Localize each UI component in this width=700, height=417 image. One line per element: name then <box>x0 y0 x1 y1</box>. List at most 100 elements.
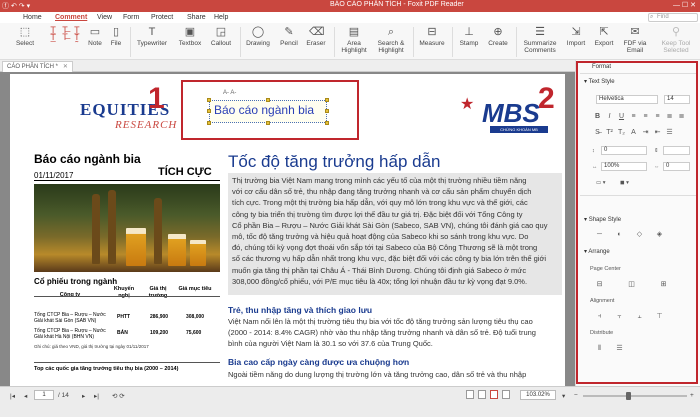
subscript-icon[interactable]: T₂ <box>616 128 627 137</box>
page-number-input[interactable]: 1 <box>34 390 54 400</box>
shape-style-section[interactable]: ▾ Shape Style <box>584 216 621 223</box>
stamp-button[interactable]: ⊥ Stamp <box>456 25 482 47</box>
menu-protect[interactable]: Protect <box>151 12 173 23</box>
center-vertical-icon[interactable]: ◫ <box>626 280 637 289</box>
list-icon[interactable]: ☰ <box>664 128 675 137</box>
zoom-slider[interactable] <box>583 395 687 397</box>
facing-page-icon[interactable] <box>490 390 498 399</box>
typewriter-annotation-text[interactable]: Báo cáo ngành bia <box>214 103 314 117</box>
fdf-email-button[interactable]: ✉ FDF via Email <box>620 25 650 54</box>
border-color-icon[interactable]: ◇ <box>634 230 645 239</box>
font-size-select[interactable]: 14 <box>664 95 690 104</box>
resize-handle[interactable] <box>207 98 211 102</box>
continuous-facing-icon[interactable] <box>502 390 510 399</box>
menu-form[interactable]: Form <box>123 12 139 23</box>
bold-icon[interactable]: B <box>592 112 603 121</box>
distribute-horizontal-icon[interactable]: ⫴ <box>594 344 605 353</box>
nav-history-icon[interactable]: ⟲ ⟳ <box>112 392 125 400</box>
file-button[interactable]: ▯ File <box>108 25 124 47</box>
menu-view[interactable]: View <box>97 12 112 23</box>
menu-home[interactable]: Home <box>23 12 42 23</box>
select-button[interactable]: ⬚ Select <box>14 25 36 47</box>
search-highlight-button[interactable]: ⌕ Search & Highlight <box>374 25 408 54</box>
distribute-text-icon[interactable]: ≣ <box>676 112 687 121</box>
zoom-in-icon[interactable]: + <box>690 392 694 399</box>
text-fill-icon[interactable]: ◼ ▾ <box>620 180 629 186</box>
italic-icon[interactable]: I <box>604 112 615 121</box>
superscript-icon[interactable]: T² <box>604 128 615 137</box>
create-button[interactable]: ⊕ Create <box>485 25 511 47</box>
opacity-icon[interactable]: ◐ <box>614 230 625 239</box>
align-left-icon[interactable]: ≡ <box>628 112 639 121</box>
menu-help[interactable]: Help <box>214 12 228 23</box>
pencil-button[interactable]: ✎ Pencil <box>277 25 301 47</box>
menu-share[interactable]: Share <box>187 12 206 23</box>
text-color-icon[interactable]: A <box>628 128 639 137</box>
char-spacing-field[interactable]: 0 <box>663 162 690 171</box>
center-horizontal-icon[interactable]: ⊟ <box>594 280 605 289</box>
distribute-vertical-icon[interactable]: ☰ <box>614 344 625 353</box>
close-icon[interactable]: ✕ <box>63 64 68 70</box>
annotation-font-controls[interactable]: A- A- <box>223 90 236 96</box>
justify-icon[interactable]: ≣ <box>664 112 675 121</box>
document-tab[interactable]: CÁO PHÂN TÍCH * ✕ <box>2 61 73 72</box>
window-controls[interactable]: — ☐ ✕ <box>673 1 696 9</box>
resize-handle[interactable] <box>266 121 270 125</box>
import-button[interactable]: ⇲ Import <box>564 25 588 47</box>
pdf-page[interactable]: EQUITIES RESEARCH 1 A- A- Báo cáo ngành … <box>10 74 565 386</box>
line-spacing-field[interactable]: 0 <box>601 146 647 155</box>
summarize-comments-button[interactable]: ☰ Summarize Comments <box>519 25 561 54</box>
resize-handle[interactable] <box>207 121 211 125</box>
continuous-page-icon[interactable] <box>478 390 486 399</box>
zoom-out-icon[interactable]: − <box>574 392 578 399</box>
textbox-button[interactable]: ▣ Textbox <box>176 25 204 47</box>
document-viewport[interactable]: EQUITIES RESEARCH 1 A- A- Báo cáo ngành … <box>0 72 575 386</box>
area-highlight-button[interactable]: ▤ Area Highlight <box>338 25 370 54</box>
format-tab[interactable]: Format <box>592 64 611 70</box>
quick-access-toolbar[interactable]: ⓕ ↶ ↷ ▾ <box>2 1 30 11</box>
resize-handle[interactable] <box>325 98 329 102</box>
arrange-section[interactable]: ▾ Arrange <box>584 248 610 255</box>
underline-icon[interactable]: U <box>616 112 627 121</box>
resize-handle[interactable] <box>266 98 270 102</box>
keep-tool-selected-button[interactable]: ⚲ Keep Tool Selected <box>655 25 697 54</box>
zoom-slider-handle[interactable] <box>626 392 631 400</box>
zoom-input[interactable]: 103.02% <box>520 390 556 400</box>
text-markup-tools[interactable]: T̲ T̶ T̰ T̲ T̶ T̰ <box>48 26 84 42</box>
callout-button[interactable]: ◲ Callout <box>208 25 234 47</box>
export-button[interactable]: ⇱ Export <box>592 25 616 47</box>
first-page-icon[interactable]: |◂ <box>10 392 15 400</box>
text-border-icon[interactable]: ▭ ▾ <box>596 180 606 186</box>
typewriter-button[interactable]: T Typewriter <box>134 25 170 47</box>
align-objects-center-icon[interactable]: ⫟ <box>614 312 625 321</box>
resize-handle[interactable] <box>325 121 329 125</box>
drawing-button[interactable]: ◯ Drawing <box>244 25 272 47</box>
strikethrough-icon[interactable]: S̶ <box>592 128 603 137</box>
line-width-icon[interactable]: ─ <box>594 230 605 239</box>
align-objects-right-icon[interactable]: ⫠ <box>634 312 645 321</box>
last-page-icon[interactable]: ▸| <box>94 392 99 400</box>
next-page-icon[interactable]: ▸ <box>82 392 85 400</box>
prev-page-icon[interactable]: ◂ <box>24 392 27 400</box>
eraser-button[interactable]: ⌫ Eraser <box>304 25 328 47</box>
fill-color-icon[interactable]: ◈ <box>654 230 665 239</box>
indent-icon[interactable]: ⇥ <box>640 128 651 137</box>
resize-handle[interactable] <box>325 109 329 113</box>
align-right-icon[interactable]: ≡ <box>652 112 663 121</box>
align-center-icon[interactable]: ≡ <box>640 112 651 121</box>
find-input[interactable]: ⌕ Find <box>648 13 698 22</box>
resize-handle[interactable] <box>207 109 211 113</box>
horizontal-scale-field[interactable]: 100% <box>601 162 647 171</box>
text-style-section[interactable]: ▾ Text Style <box>584 78 615 85</box>
menu-comment[interactable]: Comment <box>55 12 87 23</box>
align-objects-top-icon[interactable]: ⊤ <box>654 312 665 321</box>
zoom-dropdown-icon[interactable]: ▾ <box>562 392 565 400</box>
measure-button[interactable]: ⊟ Measure <box>416 25 448 47</box>
outdent-icon[interactable]: ⇤ <box>652 128 663 137</box>
align-objects-left-icon[interactable]: ⫞ <box>594 312 605 321</box>
paragraph-spacing-field[interactable] <box>663 146 690 155</box>
single-page-icon[interactable] <box>466 390 474 399</box>
center-both-icon[interactable]: ⊞ <box>658 280 669 289</box>
note-button[interactable]: ▭ Note <box>86 25 104 47</box>
font-select[interactable]: Helvetica <box>596 95 658 104</box>
